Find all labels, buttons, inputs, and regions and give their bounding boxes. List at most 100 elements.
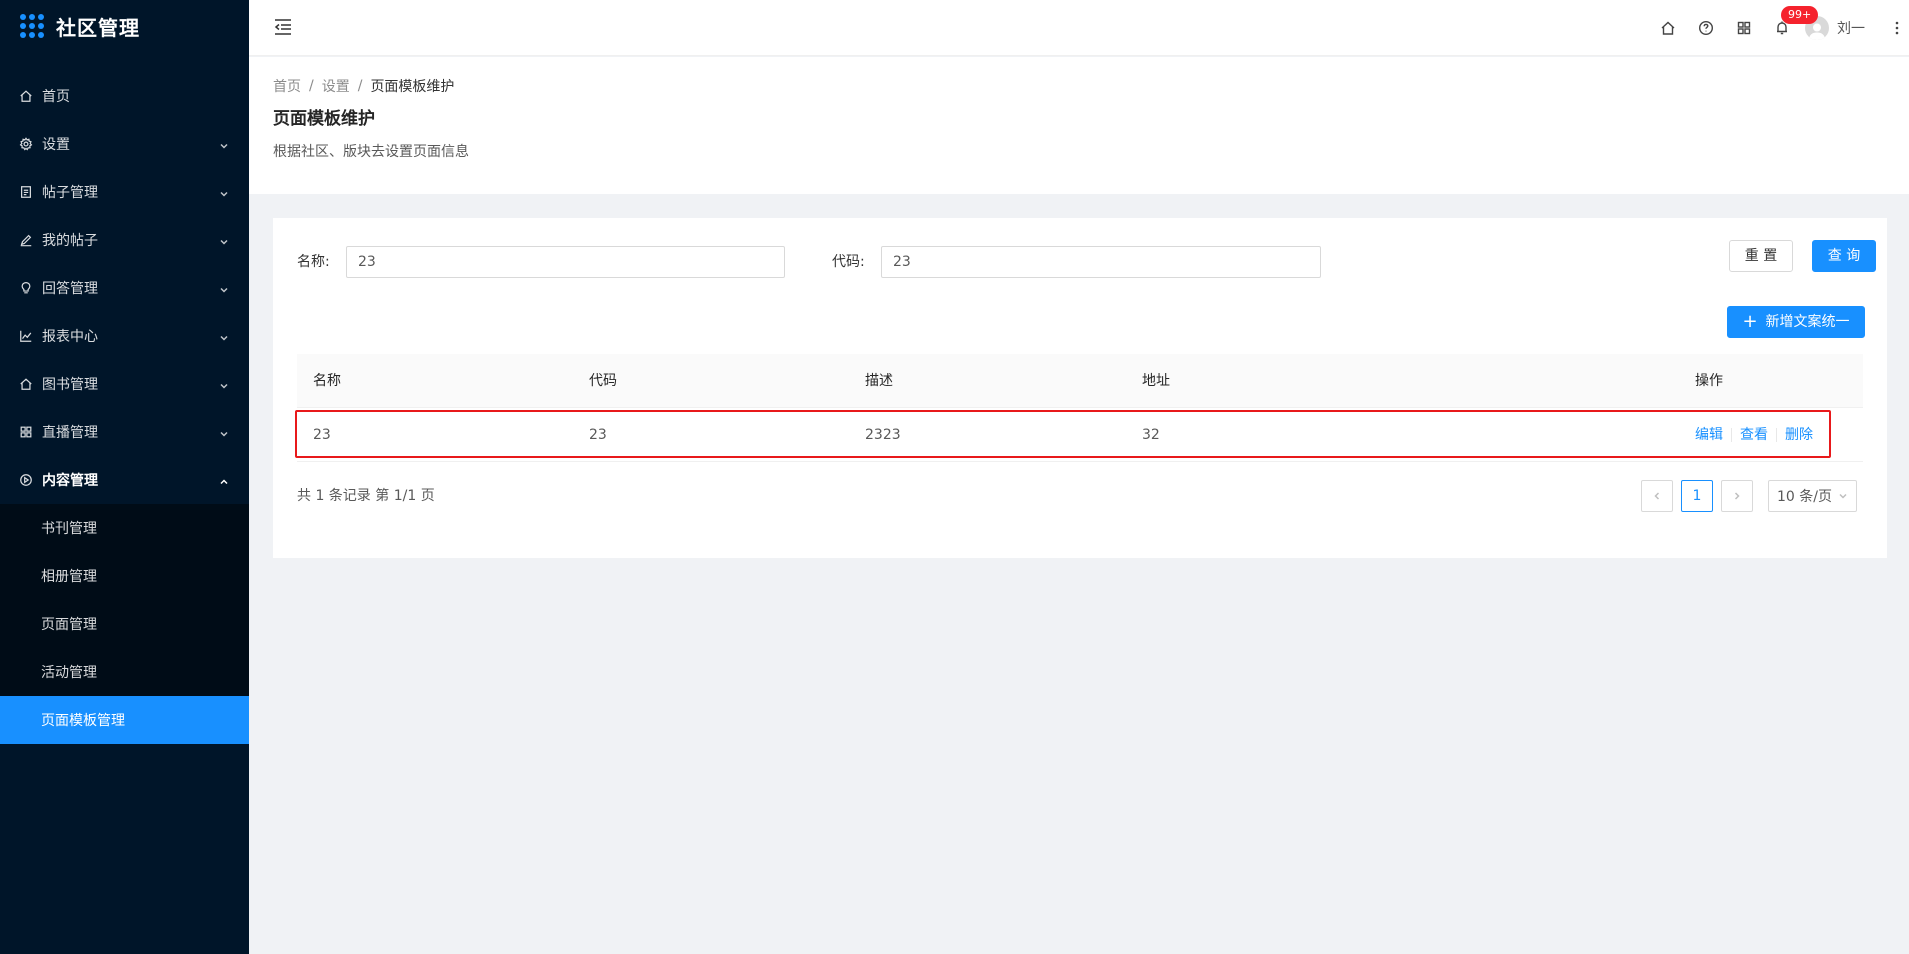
chevron-down-icon <box>219 187 229 197</box>
reset-button[interactable]: 重 置 <box>1729 240 1793 272</box>
name-input[interactable]: 23 <box>346 246 785 278</box>
sidebar-item-label: 直播管理 <box>42 425 98 441</box>
column-header-desc: 描述 <box>865 373 893 389</box>
breadcrumb: 首页 / 设置 / 页面模板维护 <box>273 76 1885 96</box>
page-header: 首页 / 设置 / 页面模板维护 页面模板维护 根据社区、版块去设置页面信息 <box>249 57 1909 194</box>
sidebar-item-label: 回答管理 <box>42 281 98 297</box>
chevron-down-icon <box>219 379 229 389</box>
pagination-summary: 共 1 条记录 第 1/1 页 <box>297 488 435 504</box>
sidebar-item-label: 首页 <box>42 89 70 105</box>
add-button-label: 新增文案统一 <box>1765 314 1850 330</box>
cell-address: 32 <box>1142 427 1160 443</box>
page-size-value: 10 条/页 <box>1777 489 1832 505</box>
sidebar-item-label: 我的帖子 <box>42 233 98 249</box>
divider <box>1731 428 1732 442</box>
breadcrumb-separator: / <box>357 78 363 94</box>
play-circle-icon <box>18 472 34 488</box>
app-title: 社区管理 <box>56 15 140 40</box>
sidebar-subitem-journals[interactable]: 书刊管理 <box>0 504 249 552</box>
filter-form: 名称: 23 代码: 23 重 置 查 询 <box>297 240 1876 278</box>
view-link[interactable]: 查看 <box>1740 408 1768 462</box>
divider <box>1776 428 1777 442</box>
query-button[interactable]: 查 询 <box>1812 240 1876 272</box>
apps-icon[interactable] <box>1725 0 1763 56</box>
page-number-button[interactable]: 1 <box>1681 480 1713 512</box>
next-page-button[interactable] <box>1721 480 1753 512</box>
pagination: 共 1 条记录 第 1/1 页 1 10 条/页 <box>297 480 1863 512</box>
header-actions: 99+ 刘一 <box>1649 0 1909 56</box>
sidebar-item-settings[interactable]: 设置 <box>0 120 249 168</box>
sidebar-item-content[interactable]: 内容管理 <box>0 456 249 504</box>
page-description: 根据社区、版块去设置页面信息 <box>273 144 469 160</box>
grid-icon <box>18 424 34 440</box>
column-header-code: 代码 <box>589 373 617 389</box>
breadcrumb-separator: / <box>309 78 314 94</box>
sidebar-item-label: 图书管理 <box>42 377 98 393</box>
chevron-down-icon <box>219 139 229 149</box>
row-highlight-box <box>295 410 1831 458</box>
plus-icon: + <box>1742 311 1758 332</box>
home-icon[interactable] <box>1649 0 1687 56</box>
edit-link[interactable]: 编辑 <box>1695 408 1723 462</box>
table-header: 名称 代码 描述 地址 操作 <box>297 354 1863 408</box>
code-label: 代码: <box>832 254 865 270</box>
sidebar-subitem-albums[interactable]: 相册管理 <box>0 552 249 600</box>
bulb-icon <box>18 280 34 296</box>
top-header: 99+ 刘一 <box>249 0 1909 56</box>
home-icon <box>18 88 34 104</box>
notification-badge: 99+ <box>1781 6 1819 24</box>
column-header-name: 名称 <box>313 373 341 389</box>
chevron-down-icon <box>219 235 229 245</box>
table-row: 23 23 2323 32 编辑 查看 删除 <box>295 408 1863 462</box>
sidebar-menu: 首页 设置 帖子管理 我的帖子 回答管理 报表中心 图书管理 直播管理 内容管理… <box>0 72 249 744</box>
sidebar-item-home[interactable]: 首页 <box>0 72 249 120</box>
breadcrumb-item-settings[interactable]: 设置 <box>322 76 350 96</box>
sidebar-subitem-page-templates[interactable]: 页面模板管理 <box>0 696 249 744</box>
delete-link[interactable]: 删除 <box>1785 408 1813 462</box>
sidebar: 社区管理 首页 设置 帖子管理 我的帖子 回答管理 报表中心 图书管理 直播管理… <box>0 0 249 954</box>
sidebar-item-label: 内容管理 <box>42 473 98 489</box>
page-size-select[interactable]: 10 条/页 <box>1768 480 1857 512</box>
chevron-down-icon <box>219 427 229 437</box>
template-table: 名称 代码 描述 地址 操作 23 23 2323 32 编辑 查看 删除 <box>295 354 1863 462</box>
content-submenu: 书刊管理 相册管理 页面管理 活动管理 页面模板管理 <box>0 504 249 744</box>
question-icon[interactable] <box>1687 0 1725 56</box>
chevron-down-icon <box>219 331 229 341</box>
cell-code: 23 <box>589 427 607 443</box>
user-name: 刘一 <box>1837 21 1865 37</box>
line-chart-icon <box>18 328 34 344</box>
name-label: 名称: <box>297 254 330 270</box>
sidebar-item-books[interactable]: 图书管理 <box>0 360 249 408</box>
logo[interactable]: 社区管理 <box>0 0 249 52</box>
notification-button[interactable]: 99+ <box>1763 0 1819 56</box>
chevron-up-icon <box>219 475 229 485</box>
cell-name: 23 <box>313 427 331 443</box>
chevron-left-icon <box>1652 491 1662 501</box>
menu-fold-icon[interactable] <box>273 18 293 36</box>
sidebar-item-posts[interactable]: 帖子管理 <box>0 168 249 216</box>
chevron-right-icon <box>1732 491 1742 501</box>
sidebar-item-answers[interactable]: 回答管理 <box>0 264 249 312</box>
cell-desc: 2323 <box>865 427 901 443</box>
add-copy-button[interactable]: + 新增文案统一 <box>1727 306 1865 338</box>
column-header-address: 地址 <box>1142 373 1170 389</box>
sidebar-item-my-posts[interactable]: 我的帖子 <box>0 216 249 264</box>
column-header-ops: 操作 <box>1695 373 1723 389</box>
sidebar-item-reports[interactable]: 报表中心 <box>0 312 249 360</box>
sidebar-subitem-pages[interactable]: 页面管理 <box>0 600 249 648</box>
edit-icon <box>18 232 34 248</box>
code-input[interactable]: 23 <box>881 246 1321 278</box>
sidebar-subitem-activities[interactable]: 活动管理 <box>0 648 249 696</box>
content-card: 名称: 23 代码: 23 重 置 查 询 + 新增文案统一 名称 代码 描述 … <box>273 218 1887 558</box>
home-icon <box>18 376 34 392</box>
breadcrumb-item-home[interactable]: 首页 <box>273 76 301 96</box>
sidebar-item-live[interactable]: 直播管理 <box>0 408 249 456</box>
sidebar-item-label: 设置 <box>42 137 70 153</box>
chevron-down-icon <box>219 283 229 293</box>
more-icon[interactable] <box>1885 0 1909 56</box>
sidebar-item-label: 报表中心 <box>42 329 98 345</box>
breadcrumb-item-current: 页面模板维护 <box>370 79 455 95</box>
prev-page-button[interactable] <box>1641 480 1673 512</box>
cell-ops: 编辑 查看 删除 <box>1695 408 1813 462</box>
chevron-down-icon <box>1838 491 1848 501</box>
